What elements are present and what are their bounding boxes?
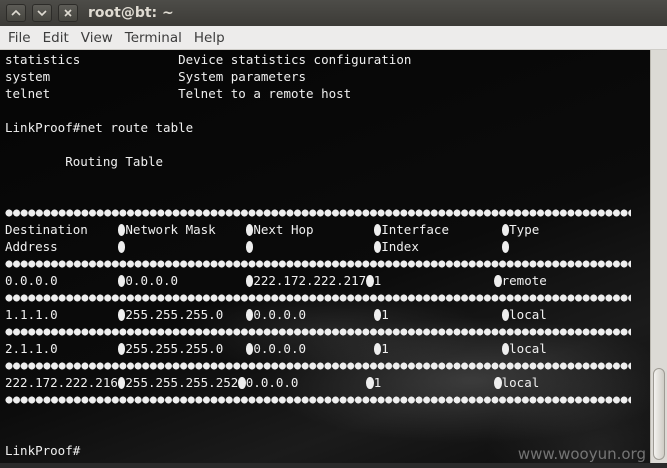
table-cell: Type	[509, 222, 540, 237]
table-cell: Index	[381, 239, 502, 254]
table-cell: 1	[381, 307, 502, 322]
table-cell: remote	[501, 273, 547, 288]
chevron-up-icon	[11, 9, 21, 16]
table-cell: 1	[381, 341, 502, 356]
table-cell: Network Mask	[125, 222, 246, 237]
table-cell: 1.1.1.0	[5, 307, 118, 322]
table-cell: 255.255.255.0	[125, 341, 246, 356]
terminal-line: system System parameters	[5, 69, 307, 84]
scroll-thumb[interactable]	[653, 368, 665, 460]
table-cell: local	[509, 307, 547, 322]
title-bar: root@bt: ~	[0, 0, 667, 26]
table-header-row: Destination Network Mask Next Hop Interf…	[5, 221, 631, 238]
table-cell: local	[509, 341, 547, 356]
table-separator	[5, 391, 631, 408]
table-cell: Next Hop	[253, 222, 374, 237]
table-cell	[125, 239, 245, 254]
close-icon	[64, 9, 72, 17]
table-row: 1.1.1.0 255.255.255.0 0.0.0.0 1 local	[5, 306, 631, 323]
table-separator	[5, 255, 631, 272]
table-row: 0.0.0.0 0.0.0.0 222.172.222.217 1 remote	[5, 272, 631, 289]
table-row: 222.172.222.216 255.255.255.252 0.0.0.0 1 …	[5, 374, 631, 391]
table-cell: 1	[373, 375, 495, 390]
table-cell: 222.172.222.217	[253, 273, 367, 288]
unknown-glyph-icon	[366, 275, 374, 287]
menu-bar: File Edit View Terminal Help	[0, 26, 667, 50]
terminal-output[interactable]: statistics Device statistics configurati…	[0, 50, 650, 463]
table-cell: 0.0.0.0	[5, 273, 118, 288]
menu-edit[interactable]: Edit	[37, 30, 75, 46]
maximize-button[interactable]	[32, 4, 52, 22]
terminal-line: telnet Telnet to a remote host	[5, 86, 352, 101]
menu-file[interactable]: File	[0, 30, 37, 46]
chevron-down-icon	[37, 10, 47, 17]
menu-view[interactable]: View	[75, 30, 119, 46]
menu-terminal[interactable]: Terminal	[119, 30, 188, 46]
terminal-line: statistics Device statistics configurati…	[5, 52, 412, 67]
watermark: www.wooyun.org	[517, 445, 646, 463]
menu-help[interactable]: Help	[188, 30, 231, 46]
minimize-button[interactable]	[6, 4, 26, 22]
table-cell: Address	[5, 239, 118, 254]
table-separator	[5, 204, 631, 221]
unknown-glyph-icon	[366, 377, 374, 389]
table-cell: 255.255.255.0	[125, 307, 246, 322]
table-cell: 2.1.1.0	[5, 341, 118, 356]
table-header-row: Address Index	[5, 238, 631, 255]
terminal-line: Routing Table	[5, 154, 164, 169]
unknown-glyph-icon	[238, 377, 246, 389]
window-bottom-edge	[0, 463, 667, 468]
table-cell: 222.172.222.216	[5, 375, 118, 390]
table-separator	[5, 289, 631, 306]
table-cell: 0.0.0.0	[125, 273, 246, 288]
unknown-glyph-icon	[501, 241, 510, 253]
unknown-glyph-icon	[494, 275, 502, 287]
table-cell: 0.0.0.0	[253, 341, 374, 356]
table-cell: 0.0.0.0	[245, 375, 367, 390]
terminal-line: LinkProof#net route table	[5, 120, 194, 135]
table-cell: 255.255.255.252	[125, 375, 239, 390]
table-cell: local	[501, 375, 540, 390]
close-button[interactable]	[58, 4, 78, 22]
table-cell: 0.0.0.0	[253, 307, 374, 322]
table-row: 2.1.1.0 255.255.255.0 0.0.0.0 1 local	[5, 340, 631, 357]
table-cell: Destination	[5, 222, 118, 237]
table-cell	[253, 239, 373, 254]
table-separator	[5, 323, 631, 340]
table-cell: Interface	[381, 222, 502, 237]
scrollbar[interactable]	[650, 50, 667, 463]
table-separator	[5, 357, 631, 374]
unknown-glyph-icon	[494, 377, 502, 389]
window-title: root@bt: ~	[88, 5, 174, 21]
terminal-text: statistics Device statistics configurati…	[5, 51, 631, 459]
table-cell: 1	[373, 273, 495, 288]
